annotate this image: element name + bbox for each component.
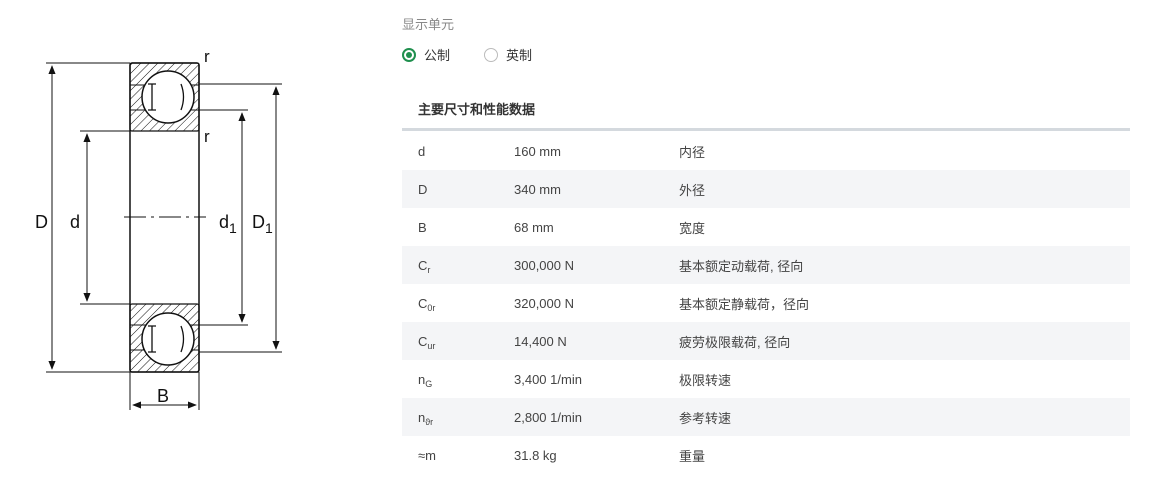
- row-symbol: D: [402, 182, 514, 197]
- row-description: 内径: [679, 144, 706, 160]
- row-value: 31.8 kg: [514, 447, 557, 463]
- label-d: d: [70, 212, 80, 232]
- row-symbol: B: [402, 220, 514, 235]
- row-value: 3,400 1/min: [514, 371, 582, 387]
- row-description: 极限转速: [679, 372, 732, 388]
- radio-metric[interactable]: 公制: [402, 45, 450, 64]
- row-value: 340 mm: [514, 181, 561, 197]
- bearing-drawing: r r D d d1 D1 B: [35, 47, 282, 410]
- row-description: 疲劳极限载荷, 径向: [679, 334, 791, 350]
- radio-metric-indicator[interactable]: [402, 47, 416, 62]
- label-r-inner: r: [204, 127, 210, 146]
- row-symbol: Cur: [402, 333, 514, 351]
- row-symbol-subscript: 0r: [427, 302, 436, 313]
- table-title: 主要尺寸和性能数据: [402, 92, 1130, 131]
- row-symbol-subscript: r: [427, 264, 431, 275]
- row-description: 基本额定动载荷, 径向: [679, 258, 804, 274]
- row-symbol-subscript: ur: [427, 340, 436, 351]
- radio-imperial-label[interactable]: 英制: [506, 45, 532, 64]
- top-ball: [141, 70, 195, 124]
- label-D1: D1: [252, 212, 273, 236]
- row-symbol-main: B: [418, 219, 427, 235]
- row-description: 外径: [679, 182, 706, 198]
- unit-options: 公制 英制: [402, 45, 566, 64]
- label-r-top: r: [204, 47, 210, 66]
- row-value: 300,000 N: [514, 257, 574, 273]
- row-symbol-main: C: [418, 295, 428, 311]
- bottom-ball: [141, 312, 195, 366]
- table-row: Cr 300,000 N 基本额定动载荷, 径向: [402, 246, 1130, 284]
- row-symbol-main: d: [418, 143, 426, 159]
- table-row: B 68 mm 宽度: [402, 208, 1130, 246]
- label-D: D: [35, 212, 48, 232]
- table-row: d 160 mm 内径: [402, 132, 1130, 170]
- row-symbol: nϑr: [402, 410, 514, 427]
- table-row: nϑr 2,800 1/min 参考转速: [402, 398, 1130, 436]
- row-symbol-main: ≈m: [418, 447, 436, 463]
- radio-imperial-indicator[interactable]: [484, 47, 499, 62]
- row-symbol: nG: [402, 372, 514, 389]
- row-description: 重量: [679, 448, 706, 464]
- row-symbol-main: C: [418, 333, 428, 349]
- row-value: 2,800 1/min: [514, 409, 582, 425]
- row-symbol-main: D: [418, 181, 428, 197]
- row-value: 68 mm: [514, 219, 554, 235]
- label-d1: d1: [219, 212, 237, 236]
- table-rows: d 160 mm 内径 D 340 mm 外径 B 68 mm 宽度 Cr 300,000 N 基本额…: [402, 132, 1130, 474]
- row-description: 参考转速: [679, 410, 732, 426]
- table-row: nG 3,400 1/min 极限转速: [402, 360, 1130, 398]
- row-symbol: C0r: [402, 295, 514, 313]
- radio-imperial[interactable]: 英制: [484, 45, 532, 64]
- table-row: ≈m 31.8 kg 重量: [402, 436, 1130, 474]
- row-symbol-subscript: G: [425, 378, 433, 389]
- row-value: 160 mm: [514, 143, 561, 159]
- row-symbol-subscript: ϑr: [425, 416, 434, 427]
- row-description: 宽度: [679, 220, 706, 236]
- row-value: 14,400 N: [514, 333, 567, 349]
- unit-selector-label: 显示单元: [402, 17, 455, 32]
- dimensions-table: 主要尺寸和性能数据 d 160 mm 内径 D 340 mm 外径 B 68 mm 宽度 Cr 30…: [402, 92, 1130, 474]
- row-symbol: d: [402, 144, 514, 159]
- row-symbol: ≈m: [402, 448, 514, 463]
- radio-metric-label[interactable]: 公制: [424, 45, 450, 64]
- unit-selector: 显示单元 公制 英制: [402, 14, 566, 64]
- table-row: D 340 mm 外径: [402, 170, 1130, 208]
- row-symbol: Cr: [402, 257, 514, 275]
- table-row: C0r 320,000 N 基本额定静载荷，径向: [402, 284, 1130, 322]
- label-B: B: [157, 386, 169, 406]
- row-description: 基本额定静载荷，径向: [679, 296, 810, 312]
- row-symbol-main: C: [418, 257, 428, 273]
- row-value: 320,000 N: [514, 295, 574, 311]
- table-row: Cur 14,400 N 疲劳极限载荷, 径向: [402, 322, 1130, 360]
